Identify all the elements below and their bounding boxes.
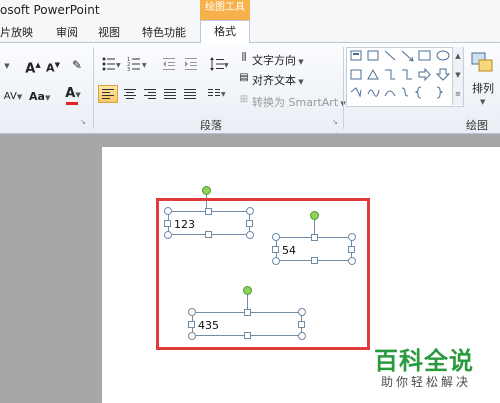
arrange-icon[interactable]	[468, 48, 498, 84]
text-direction-button[interactable]: 文字方向 ▼	[252, 52, 304, 68]
smartart-icon[interactable]: ⊞	[236, 92, 252, 108]
line-spacing-icon: ▼	[210, 57, 229, 71]
gallery-scroll-up-icon: ▲	[455, 52, 461, 60]
convert-smartart-button[interactable]: 转换为 SmartArt ▼	[252, 94, 346, 110]
decrease-indent-icon	[163, 58, 175, 70]
shapes-gallery	[346, 47, 464, 107]
group-separator	[343, 47, 344, 129]
watermark-tagline: 助你轻松解决	[381, 375, 472, 389]
font-size-dropdown[interactable]: ▼	[0, 54, 14, 74]
columns-button[interactable]: ▼	[206, 85, 228, 103]
svg-text:▼: ▼	[116, 62, 121, 69]
text-direction-icon[interactable]: ⫼	[236, 50, 252, 66]
columns-icon: ▼	[208, 89, 226, 98]
bullets-button[interactable]: ▼	[100, 55, 122, 73]
justify-button[interactable]	[160, 85, 180, 103]
tab-view[interactable]: 视图	[98, 24, 120, 40]
align-center-button[interactable]	[120, 85, 140, 103]
svg-text:▼: ▼	[224, 62, 229, 69]
font-color-button[interactable]: A▼	[62, 84, 84, 106]
paragraph-group-label: 段落	[200, 119, 222, 132]
rotation-handle[interactable]	[202, 186, 211, 195]
numbering-button[interactable]: 1 2 3 ▼	[126, 55, 148, 73]
font-dialog-launcher-icon[interactable]: ↘	[80, 118, 86, 126]
shapes-gallery-icons	[350, 50, 451, 99]
tab-special-features[interactable]: 特色功能	[142, 24, 186, 40]
char-spacing-button[interactable]: AV▼	[2, 86, 24, 106]
line-spacing-button[interactable]: ▼	[208, 55, 230, 73]
highlight-frame	[156, 198, 370, 350]
shrink-font-button[interactable]: A▼	[44, 54, 62, 75]
tab-format[interactable]: 格式	[200, 20, 250, 43]
gallery-scroll-down-icon: ▼	[455, 71, 461, 79]
contextual-tab-header: 绘图工具	[200, 0, 250, 20]
svg-text:▼: ▼	[142, 62, 147, 69]
arrange-dropdown-icon[interactable]: ▼	[480, 94, 485, 107]
paragraph-dialog-launcher-icon[interactable]: ↘	[332, 118, 338, 126]
grow-font-button[interactable]: A▲	[24, 54, 42, 76]
change-case-button[interactable]: Aa▼	[28, 86, 50, 106]
align-text-button[interactable]: 对齐文本 ▼	[252, 72, 304, 88]
svg-text:▼: ▼	[221, 91, 226, 98]
numbering-icon: 123▼	[127, 57, 147, 73]
align-text-icon[interactable]: ▤	[236, 70, 252, 86]
group-separator	[93, 47, 94, 129]
gallery-scrollbar[interactable]: ▲ ▼ ≡	[452, 47, 463, 105]
app-title: osoft PowerPoint	[0, 3, 100, 17]
decrease-indent-button[interactable]	[160, 55, 178, 73]
increase-indent-button[interactable]	[182, 55, 200, 73]
gallery-more-icon: ≡	[455, 90, 461, 98]
increase-indent-icon	[185, 58, 197, 70]
drawing-group-label: 绘图	[466, 119, 488, 132]
font-color-swatch	[66, 102, 78, 105]
align-right-button[interactable]	[140, 85, 160, 103]
watermark-brand: 百科全说	[374, 347, 474, 375]
svg-text:3: 3	[127, 67, 130, 72]
bullets-icon: ▼	[102, 57, 121, 71]
tab-review[interactable]: 审阅	[56, 24, 78, 40]
tab-slideshow[interactable]: 片放映	[0, 24, 33, 40]
align-left-button[interactable]	[98, 85, 118, 103]
distributed-button[interactable]	[180, 85, 200, 103]
clear-format-icon[interactable]: ✎	[68, 54, 86, 74]
